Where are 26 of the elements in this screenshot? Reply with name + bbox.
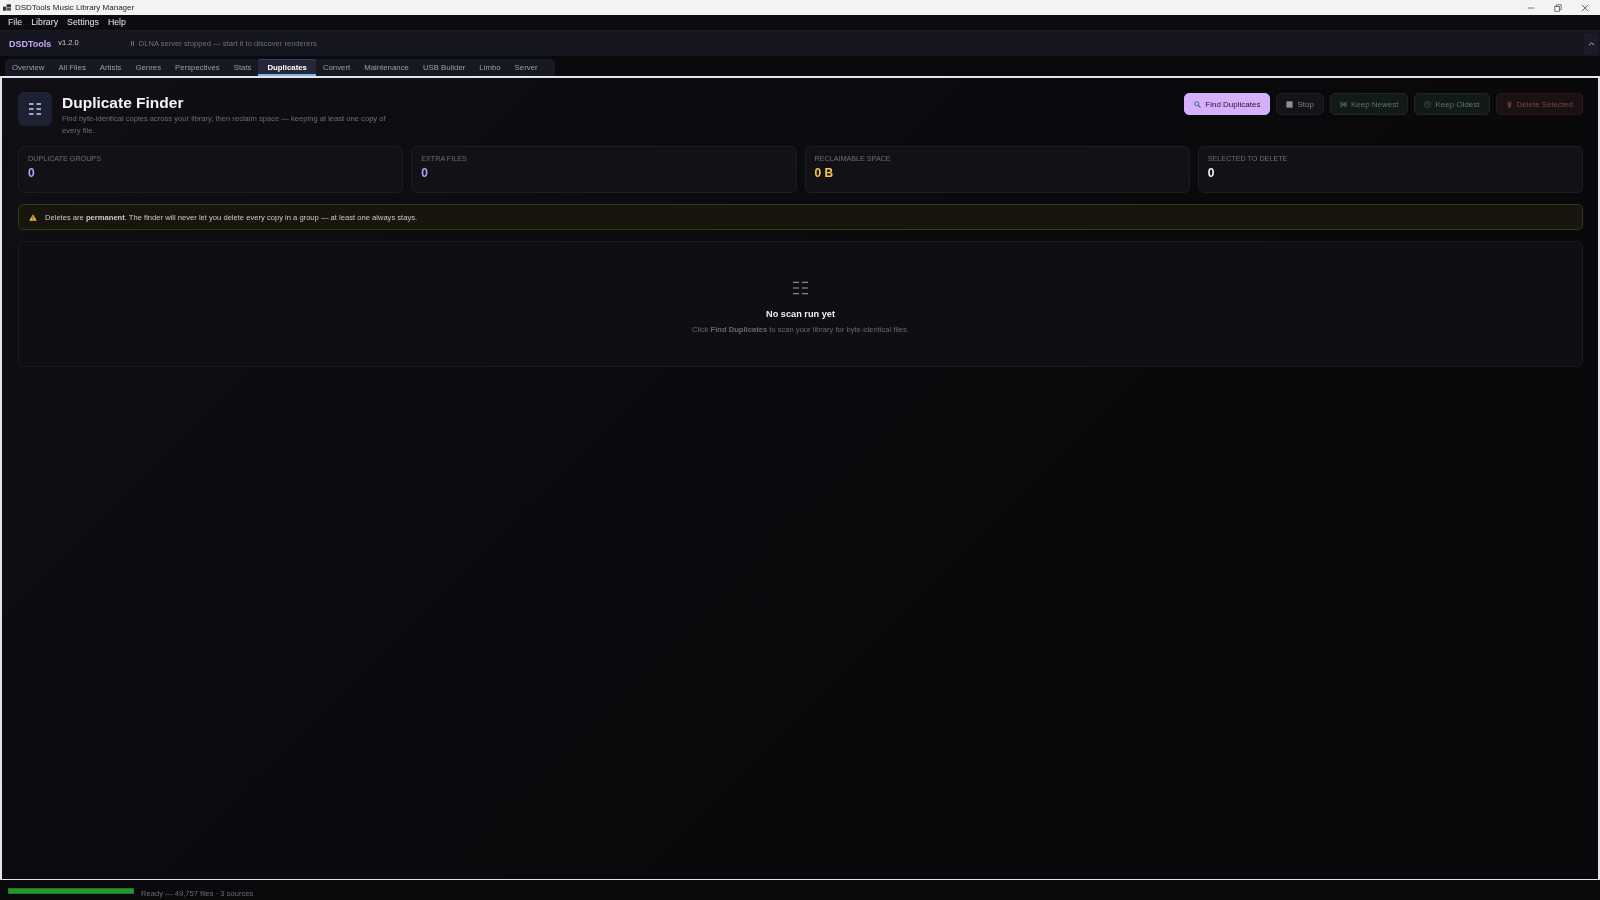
stat-value: 0 <box>421 166 429 180</box>
app-brand: DSDTools <box>9 38 52 49</box>
list-icon <box>793 281 808 295</box>
page-title: Duplicate Finder <box>62 94 185 112</box>
pause-icon <box>130 41 134 46</box>
stat-value: 0 <box>28 166 36 180</box>
skip-icon <box>1339 100 1347 108</box>
window-title: DSDTools Music Library Manager <box>15 2 135 13</box>
menu-item[interactable]: Settings <box>63 16 103 29</box>
restore-icon[interactable] <box>1554 3 1562 12</box>
stat-value: 0 <box>1207 166 1216 180</box>
close-icon[interactable] <box>1581 3 1589 12</box>
warning-icon <box>29 213 37 221</box>
clock-icon <box>1424 100 1432 108</box>
chevron-up-icon <box>1587 41 1595 46</box>
list-icon <box>18 92 52 126</box>
app-icon <box>3 4 11 11</box>
menu-item[interactable]: File <box>4 16 27 29</box>
menu-item[interactable]: Library <box>27 16 63 29</box>
trash-icon <box>1505 100 1513 108</box>
stop-icon <box>1286 100 1294 108</box>
action-button[interactable]: Find Duplicates <box>1184 93 1271 115</box>
menu-item[interactable]: Help <box>103 16 130 29</box>
stat-value: 0 B <box>814 166 835 180</box>
search-icon <box>1194 100 1202 108</box>
empty-state-title: No scan run yet <box>766 309 835 319</box>
